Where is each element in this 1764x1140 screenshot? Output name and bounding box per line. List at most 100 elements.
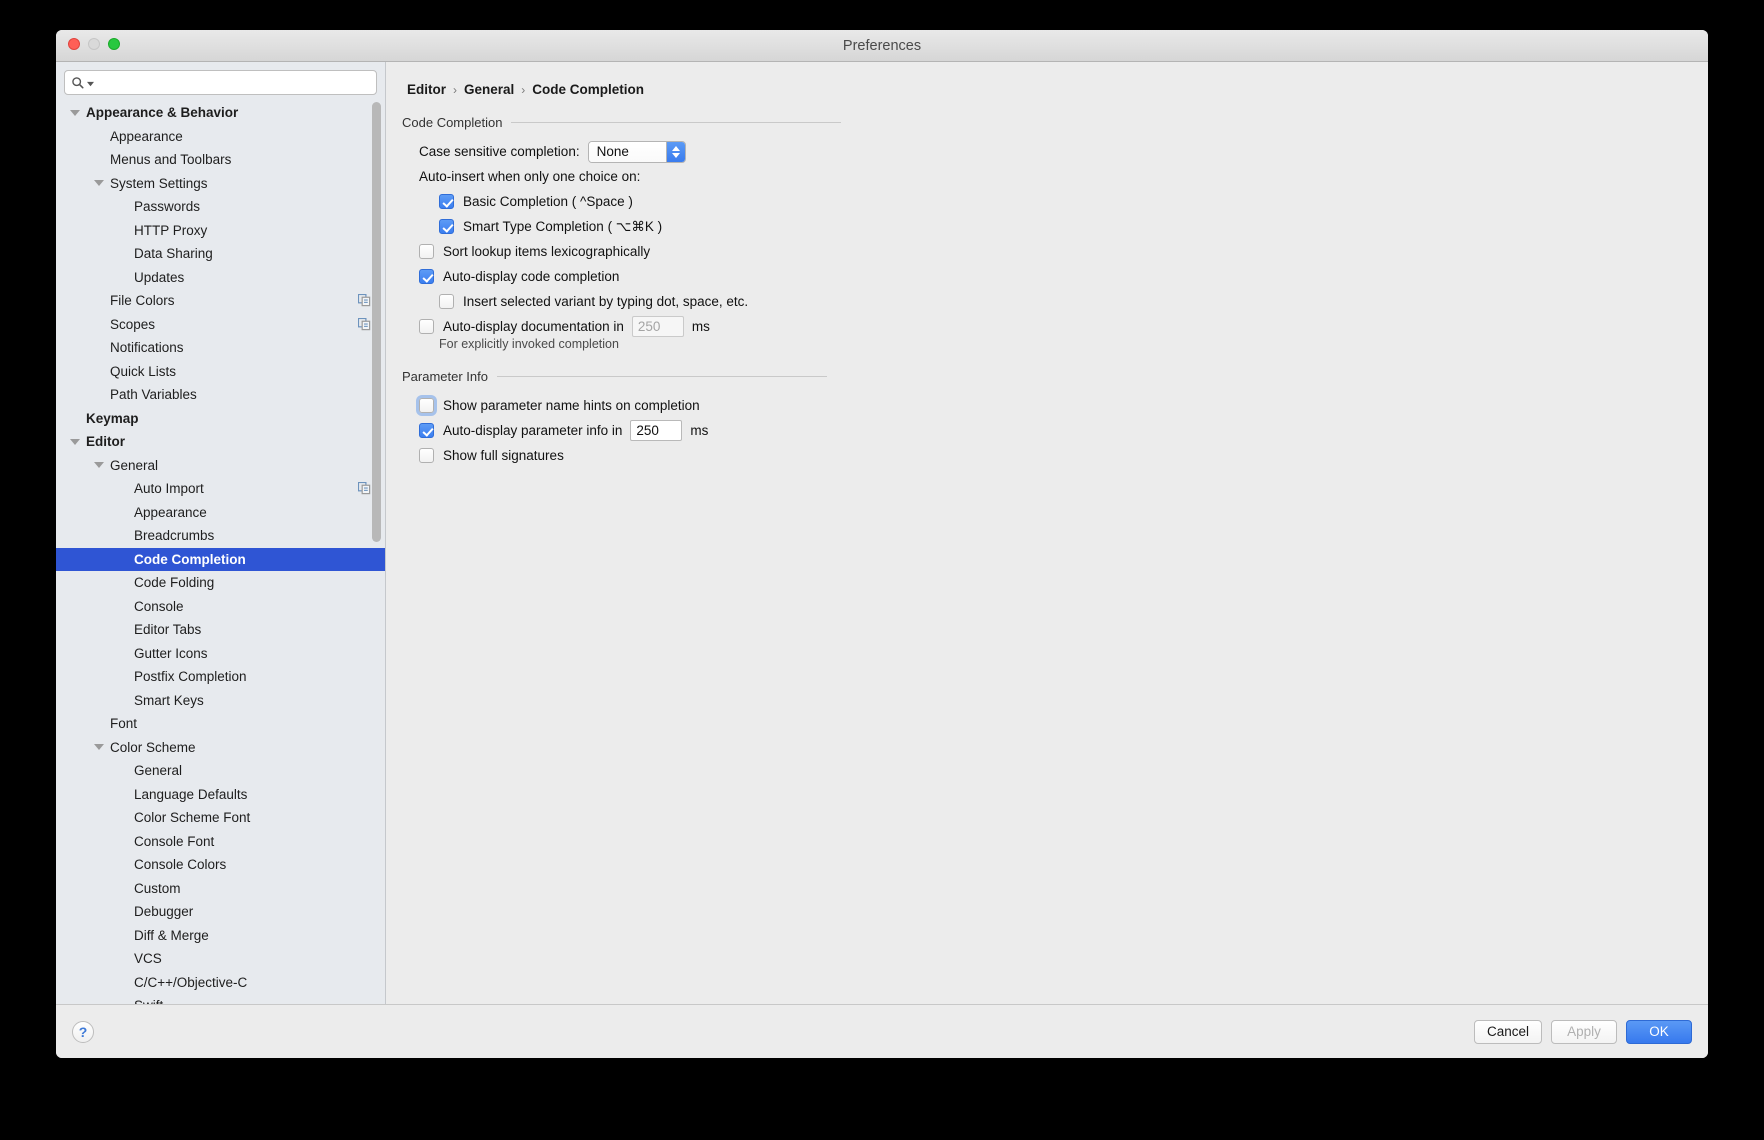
checkbox-label[interactable]: Insert selected variant by typing dot, s… — [463, 294, 748, 309]
sidebar-item-custom[interactable]: Custom — [56, 877, 385, 901]
sidebar-item-console[interactable]: Console — [56, 595, 385, 619]
settings-tree[interactable]: Appearance & Behavior Appearance Menus and… — [56, 99, 385, 1004]
sidebar-item-code-folding[interactable]: Code Folding — [56, 571, 385, 595]
delay-input-auto-display-documentation-in[interactable]: 250 — [631, 316, 684, 337]
breadcrumb-item-1[interactable]: General — [464, 82, 514, 97]
checkbox-smart-type-completion-k[interactable] — [439, 219, 454, 234]
checkbox-label[interactable]: Sort lookup items lexicographically — [443, 244, 650, 259]
checkbox-label[interactable]: Smart Type Completion ( ⌥⌘K ) — [463, 219, 662, 235]
sidebar-item-color-scheme-font[interactable]: Color Scheme Font — [56, 806, 385, 830]
sidebar-item-data-sharing[interactable]: Data Sharing — [56, 242, 385, 266]
cancel-button[interactable]: Cancel — [1473, 1019, 1542, 1044]
delay-input-auto-display-parameter-info-in[interactable]: 250 — [630, 420, 683, 441]
sidebar-item-label: Diff & Merge — [134, 927, 209, 943]
search-box[interactable] — [64, 70, 377, 95]
disclosure-triangle-icon[interactable] — [94, 462, 104, 469]
sidebar-item-label: Debugger — [134, 904, 194, 920]
sidebar-item-label: Appearance — [134, 504, 207, 520]
sidebar-item-passwords[interactable]: Passwords — [56, 195, 385, 219]
sidebar-scrollbar-thumb[interactable] — [372, 102, 381, 542]
group-title: Code Completion — [402, 115, 1708, 130]
disclosure-triangle-icon[interactable] — [94, 180, 104, 187]
sidebar-item-debugger[interactable]: Debugger — [56, 900, 385, 924]
checkbox-row-basic-completion-space: Basic Completion ( ^Space ) — [439, 189, 1708, 214]
sidebar-item-system-settings[interactable]: System Settings — [56, 172, 385, 196]
sidebar-item-general[interactable]: General — [56, 454, 385, 478]
checkbox-label[interactable]: Auto-display parameter info in — [443, 423, 622, 438]
checkbox-sort-lookup-items-lexicographically[interactable] — [419, 244, 434, 259]
sidebar-item-color-scheme[interactable]: Color Scheme — [56, 736, 385, 760]
sidebar-item-label: Breadcrumbs — [134, 528, 215, 544]
sidebar-item-path-variables[interactable]: Path Variables — [56, 383, 385, 407]
checkbox-label[interactable]: Basic Completion ( ^Space ) — [463, 194, 633, 209]
sidebar-item-smart-keys[interactable]: Smart Keys — [56, 689, 385, 713]
apply-button[interactable]: Apply — [1551, 1019, 1617, 1044]
sidebar-scrollbar-track[interactable] — [372, 102, 381, 1004]
sidebar-item-postfix-completion[interactable]: Postfix Completion — [56, 665, 385, 689]
sidebar-item-editor[interactable]: Editor — [56, 430, 385, 454]
copy-settings-icon[interactable] — [357, 293, 371, 310]
copy-settings-icon[interactable] — [357, 481, 371, 498]
checkbox-label[interactable]: Auto-display code completion — [443, 269, 619, 284]
sidebar-item-swift[interactable]: Swift — [56, 994, 385, 1004]
sidebar-item-menus-and-toolbars[interactable]: Menus and Toolbars — [56, 148, 385, 172]
checkbox-auto-display-parameter-info-in[interactable] — [419, 423, 434, 438]
sidebar-item-label: HTTP Proxy — [134, 222, 208, 238]
checkbox-show-full-signatures[interactable] — [419, 448, 434, 463]
sidebar-item-language-defaults[interactable]: Language Defaults — [56, 783, 385, 807]
checkbox-label[interactable]: Show parameter name hints on completion — [443, 398, 700, 413]
sidebar-item-label: Code Folding — [134, 575, 215, 591]
help-button[interactable]: ? — [72, 1020, 94, 1043]
checkbox-basic-completion-space[interactable] — [439, 194, 454, 209]
disclosure-triangle-icon[interactable] — [94, 744, 104, 751]
sidebar-item-notifications[interactable]: Notifications — [56, 336, 385, 360]
sidebar-item-appearance-behavior[interactable]: Appearance & Behavior — [56, 101, 385, 125]
case-sensitive-completion-select[interactable]: None — [587, 140, 686, 163]
sidebar-item-breadcrumbs[interactable]: Breadcrumbs — [56, 524, 385, 548]
sidebar-item-scopes[interactable]: Scopes — [56, 313, 385, 337]
checkbox-row-auto-display-documentation-in: Auto-display documentation in 250 ms — [419, 314, 1708, 339]
ok-button[interactable]: OK — [1626, 1019, 1692, 1044]
sidebar-item-code-completion[interactable]: Code Completion — [56, 547, 385, 571]
sidebar-item-label: Data Sharing — [134, 246, 213, 262]
group-divider — [511, 122, 842, 123]
auto-insert-section-label: Auto-insert when only one choice on: — [419, 164, 1708, 189]
dialog-footer: ? Cancel Apply OK — [56, 1004, 1708, 1058]
sidebar-item-vcs[interactable]: VCS — [56, 947, 385, 971]
checkbox-show-parameter-name-hints-on-completion[interactable] — [419, 398, 434, 413]
copy-settings-icon[interactable] — [357, 317, 371, 334]
breadcrumb-item-0[interactable]: Editor — [407, 82, 446, 97]
sidebar-item-appearance[interactable]: Appearance — [56, 125, 385, 149]
sidebar-item-updates[interactable]: Updates — [56, 266, 385, 290]
checkbox-row-insert-selected-variant-by-typing-dot-space-etc: Insert selected variant by typing dot, s… — [439, 289, 1708, 314]
sidebar-item-auto-import[interactable]: Auto Import — [56, 477, 385, 501]
window-body: Appearance & Behavior Appearance Menus and… — [56, 62, 1708, 1004]
sidebar-item-gutter-icons[interactable]: Gutter Icons — [56, 642, 385, 666]
disclosure-triangle-icon[interactable] — [70, 109, 80, 116]
sidebar-item-console-colors[interactable]: Console Colors — [56, 853, 385, 877]
window-title: Preferences — [842, 38, 922, 54]
stepper-arrows-icon[interactable] — [665, 141, 685, 162]
sidebar-item-label: Postfix Completion — [134, 669, 247, 685]
checkbox-label[interactable]: Show full signatures — [443, 448, 564, 463]
sidebar-item-appearance[interactable]: Appearance — [56, 501, 385, 525]
search-scope-chevron-icon[interactable] — [87, 81, 94, 88]
sidebar-item-c-c-objective-c[interactable]: C/C++/Objective-C — [56, 971, 385, 995]
sidebar-item-console-font[interactable]: Console Font — [56, 830, 385, 854]
checkbox-label[interactable]: Auto-display documentation in — [443, 319, 624, 334]
sidebar-item-file-colors[interactable]: File Colors — [56, 289, 385, 313]
search-input[interactable] — [97, 74, 370, 91]
group-title: Parameter Info — [402, 369, 1708, 384]
sidebar-item-general[interactable]: General — [56, 759, 385, 783]
sidebar-item-keymap[interactable]: Keymap — [56, 407, 385, 431]
checkbox-auto-display-documentation-in[interactable] — [419, 319, 434, 334]
sidebar-item-quick-lists[interactable]: Quick Lists — [56, 360, 385, 384]
sidebar-item-diff-merge[interactable]: Diff & Merge — [56, 924, 385, 948]
checkbox-insert-selected-variant-by-typing-dot-space-etc[interactable] — [439, 294, 454, 309]
disclosure-triangle-icon[interactable] — [70, 438, 80, 445]
sidebar-item-label: Appearance — [110, 128, 183, 144]
sidebar-item-font[interactable]: Font — [56, 712, 385, 736]
sidebar-item-editor-tabs[interactable]: Editor Tabs — [56, 618, 385, 642]
checkbox-auto-display-code-completion[interactable] — [419, 269, 434, 284]
sidebar-item-http-proxy[interactable]: HTTP Proxy — [56, 219, 385, 243]
